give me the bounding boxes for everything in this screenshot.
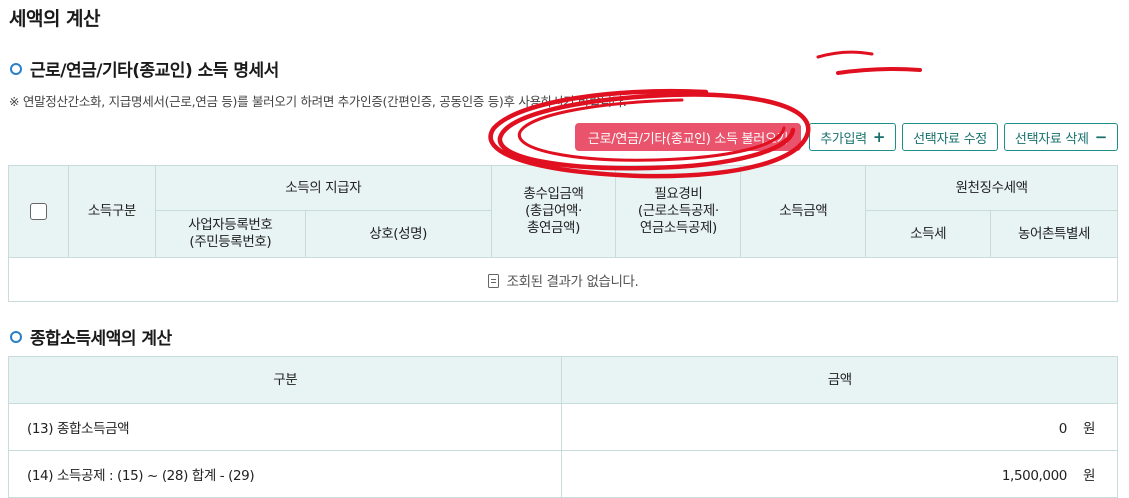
header-gross-income: 총수입금액 (총급여액· 총연금액) bbox=[490, 165, 617, 258]
row-amount: 1,500,000 bbox=[1001, 468, 1068, 484]
row-amount-cell: 1,500,000 원 bbox=[561, 450, 1118, 498]
page-title: 세액의 계산 bbox=[9, 8, 101, 30]
add-entry-button[interactable]: 추가입력 + bbox=[809, 123, 897, 151]
add-entry-button-label: 추가입력 bbox=[820, 131, 867, 147]
income-statement-table: 소득구분 소득의 지급자 총수입금액 (총급여액· 총연금액) 필요경비 (근로… bbox=[8, 165, 1118, 302]
edit-selected-button[interactable]: 선택자료 수정 bbox=[902, 123, 998, 151]
header-trade-name: 상호(성명) bbox=[304, 210, 492, 258]
bullet-icon bbox=[10, 62, 22, 75]
row-unit: 원 bbox=[1082, 421, 1095, 437]
row-label: (13) 종합소득금액 bbox=[7, 403, 563, 451]
row-amount: 0 bbox=[1058, 421, 1068, 437]
table-row: (14) 소득공제 : (15) ~ (28) 합계 - (29) 1,500,… bbox=[7, 450, 1118, 498]
empty-result-row: 조회된 결과가 없습니다. bbox=[8, 257, 1118, 302]
header-amount: 금액 bbox=[561, 356, 1118, 404]
row-label: (14) 소득공제 : (15) ~ (28) 합계 - (29) bbox=[7, 450, 563, 498]
income-section-title: 근로/연금/기타(종교인) 소득 명세서 bbox=[10, 56, 279, 81]
auth-notice: ※ 연말정산간소화, 지급명세서(근로,연금 등)를 불러오기 하려면 추가인증… bbox=[9, 94, 627, 109]
header-income-amount: 소득금액 bbox=[740, 165, 867, 258]
empty-result-message: 조회된 결과가 없습니다. bbox=[506, 273, 639, 290]
header-rural-special-tax: 농어촌특별세 bbox=[990, 210, 1118, 258]
header-withholding-tax: 원천징수세액 bbox=[865, 165, 1118, 211]
import-income-button[interactable]: 근로/연금/기타(종교인) 소득 불러오기 bbox=[574, 123, 802, 151]
row-unit: 원 bbox=[1082, 468, 1095, 484]
plus-icon: + bbox=[872, 127, 886, 146]
header-income-tax: 소득세 bbox=[865, 210, 992, 258]
tax-calculation-table: 구분 금액 (13) 종합소득금액 0원 (14) 소득공제 : (15) ~ … bbox=[7, 356, 1118, 498]
import-income-button-label: 근로/연금/기타(종교인) 소득 불러오기 bbox=[587, 131, 789, 147]
edit-selected-button-label: 선택자료 수정 bbox=[913, 131, 987, 147]
table-row: (13) 종합소득금액 0원 bbox=[7, 403, 1118, 451]
delete-selected-button[interactable]: 선택자료 삭제 − bbox=[1003, 123, 1118, 151]
select-all-checkbox[interactable] bbox=[29, 202, 47, 220]
bullet-icon bbox=[10, 330, 22, 343]
calc-section-title-text: 종합소득세액의 계산 bbox=[30, 329, 172, 349]
select-all-cell bbox=[8, 165, 69, 258]
header-business-number: 사업자등록번호 (주민등록번호) bbox=[154, 210, 306, 258]
income-toolbar: 근로/연금/기타(종교인) 소득 불러오기 추가입력 + 선택자료 수정 선택자… bbox=[574, 123, 1118, 151]
row-amount-cell: 0원 bbox=[561, 403, 1118, 451]
header-category: 구분 bbox=[7, 356, 563, 404]
header-income-type: 소득구분 bbox=[67, 165, 156, 258]
header-necessary-expenses: 필요경비 (근로소득공제· 연금소득공제) bbox=[615, 165, 742, 258]
minus-icon: − bbox=[1094, 127, 1108, 146]
document-icon bbox=[487, 273, 499, 288]
delete-selected-button-label: 선택자료 삭제 bbox=[1014, 131, 1089, 147]
calc-section-title: 종합소득세액의 계산 bbox=[10, 324, 172, 349]
header-payer: 소득의 지급자 bbox=[154, 165, 492, 211]
income-section-title-text: 근로/연금/기타(종교인) 소득 명세서 bbox=[30, 61, 279, 81]
